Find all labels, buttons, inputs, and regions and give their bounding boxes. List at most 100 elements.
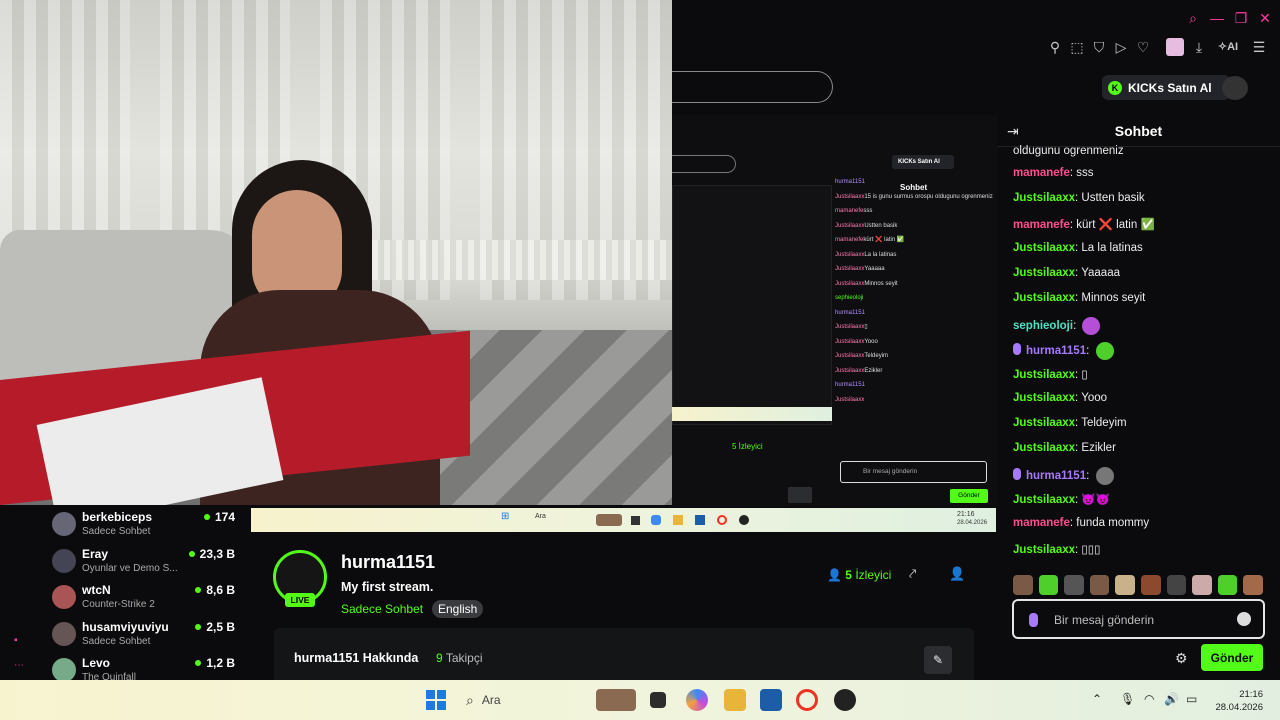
emote-icon[interactable]	[1038, 575, 1059, 595]
gear-icon[interactable]: ⚙	[1175, 650, 1188, 667]
webcam-video[interactable]	[0, 0, 672, 505]
volume-icon[interactable]: 🔊	[1164, 692, 1179, 706]
chat-username[interactable]: Justsilaaxx	[1013, 267, 1075, 279]
chat-username[interactable]: mamanefe	[1013, 167, 1070, 179]
streamer-name[interactable]: hurma1151	[341, 552, 435, 573]
clock[interactable]: 21:16 28.04.2026	[1213, 688, 1263, 714]
mini-clock-date: 28.04.2026	[957, 520, 988, 526]
mini-chat-username: hurma1151	[835, 382, 865, 388]
chat-username[interactable]: Justsilaaxx	[1013, 544, 1075, 556]
mini-app-icon	[717, 515, 727, 525]
close-icon[interactable]: ✕	[1256, 10, 1274, 28]
chat-username[interactable]: Justsilaaxx	[1013, 392, 1075, 404]
chat-username[interactable]: Justsilaaxx	[1013, 494, 1075, 506]
chat-username[interactable]: Justsilaaxx	[1013, 192, 1075, 204]
pin-icon[interactable]: ⚲	[1046, 38, 1064, 56]
heart-icon[interactable]: ♡	[1134, 38, 1152, 56]
mini-chat-username: Justsilaaxx	[835, 324, 865, 330]
kick-side-icon[interactable]: ▪	[14, 635, 28, 646]
more-icon[interactable]: ⋯	[14, 660, 28, 671]
chat-username[interactable]: Justsilaaxx	[1013, 369, 1075, 381]
mini-chat-username: Justsilaaxx	[835, 353, 865, 359]
opera-icon[interactable]	[796, 689, 818, 711]
mini-chat-text: 15 is gunu surmus orospu oldugunu ogrenm…	[864, 193, 993, 200]
channel-item[interactable]: Eray Oyunlar ve Demo S... 23,3 B	[52, 542, 247, 576]
obs-icon[interactable]	[834, 689, 856, 711]
chevron-up-icon[interactable]: ⌃	[1092, 692, 1102, 706]
send-button[interactable]: Gönder	[1201, 644, 1263, 671]
edit-icon[interactable]: ✎	[924, 646, 952, 674]
chat-username[interactable]: Justsilaaxx	[1013, 292, 1075, 304]
live-dot-icon	[203, 514, 210, 520]
battery-icon[interactable]: ▭	[1186, 692, 1197, 706]
emote-icon[interactable]	[1115, 575, 1135, 595]
wifi-icon[interactable]: ◠	[1144, 692, 1154, 706]
chat-message: Justsilaaxx: Minnos seyit	[1013, 292, 1145, 304]
kicks-buy-button[interactable]: K KICKs Satın Al	[1102, 75, 1230, 100]
emote-icon[interactable]	[1217, 575, 1238, 595]
chat-username[interactable]: sephieoloji	[1013, 320, 1073, 332]
emote-icon[interactable]	[1166, 575, 1187, 595]
chat-username[interactable]: Justsilaaxx	[1013, 417, 1075, 429]
ai-button[interactable]: ✧AI	[1210, 38, 1246, 56]
emote-icon[interactable]	[1064, 575, 1084, 595]
menu-icon[interactable]: ☰	[1250, 38, 1268, 56]
channel-item[interactable]: Levo The Quinfall 1,2 B	[52, 651, 247, 680]
mini-app-icon	[596, 514, 622, 526]
emote-icon[interactable]	[1082, 317, 1101, 335]
mini-chat-message: Justsilaaxx▯	[835, 320, 995, 335]
profile-icon[interactable]	[1166, 38, 1184, 56]
store-icon[interactable]	[760, 689, 782, 711]
channel-item[interactable]: husamviyuviyu Sadece Sohbet 2,5 B	[52, 615, 247, 649]
shield-icon[interactable]: ⛉	[1090, 38, 1108, 56]
user-avatar[interactable]	[1222, 76, 1248, 100]
mini-chat-text: sss	[863, 208, 873, 214]
file-explorer-icon[interactable]	[724, 689, 746, 711]
channel-viewer-count: 1,2 B	[206, 656, 235, 670]
download-icon[interactable]: ⤓	[1190, 38, 1208, 56]
url-bar[interactable]	[672, 71, 833, 103]
mini-chat-username: sephieoloji	[835, 295, 864, 301]
emote-icon[interactable]	[1140, 575, 1161, 595]
emote-icon[interactable]	[1243, 575, 1263, 595]
shared-screen-taskbar: ⊞ Ara 21:16 28.04.2026	[251, 508, 996, 532]
search-icon[interactable]: ⌕	[1184, 10, 1202, 28]
mini-chat-username: mamanefe	[835, 237, 864, 243]
task-view-icon[interactable]	[650, 692, 666, 708]
channel-item[interactable]: wtcN Counter-Strike 2 8,6 B	[52, 578, 247, 612]
chat-username[interactable]: hurma1151	[1026, 345, 1086, 357]
chat-text: funda mommy	[1076, 517, 1150, 529]
emoji-icon[interactable]	[1237, 612, 1251, 626]
share-icon[interactable]: ⤤	[909, 566, 916, 582]
restore-icon[interactable]: ❐	[1232, 10, 1250, 28]
mini-chat-username: Justsilaaxx	[835, 396, 865, 403]
channel-item[interactable]: berkebiceps Sadece Sohbet 174	[52, 505, 247, 539]
chat-input[interactable]	[1054, 611, 1234, 629]
search-icon: ⌕	[466, 691, 474, 708]
chat-username[interactable]: Justsilaaxx	[1013, 442, 1075, 454]
chat-username[interactable]: mamanefe	[1013, 517, 1070, 529]
screenshot-icon[interactable]: ⬚	[1068, 38, 1086, 56]
chat-username[interactable]: hurma1151	[1026, 470, 1086, 482]
mini-chat-message: JustsilaaxxTeldeyim	[835, 349, 995, 364]
emote-icon[interactable]	[1089, 575, 1110, 595]
emote-icon[interactable]	[1192, 575, 1212, 595]
chat-username[interactable]: mamanefe	[1013, 219, 1070, 231]
chat-input-box[interactable]	[1012, 599, 1265, 639]
windows-start-icon[interactable]	[426, 690, 446, 710]
emote-icon[interactable]	[1095, 342, 1114, 360]
play-icon[interactable]: ▷	[1112, 38, 1130, 56]
mic-tray-icon[interactable]: 🎙	[1120, 692, 1135, 706]
minimize-icon[interactable]: —	[1208, 10, 1226, 28]
category-link[interactable]: Sadece Sohbet	[341, 602, 423, 616]
chat-username[interactable]: Justsilaaxx	[1013, 242, 1075, 254]
emote-icon[interactable]	[1095, 467, 1114, 485]
follow-icon[interactable]: 👤	[949, 566, 965, 582]
channel-category: Counter-Strike 2	[82, 599, 155, 610]
mini-chat-username: hurma1151	[835, 179, 865, 185]
copilot-icon[interactable]	[686, 689, 708, 711]
search-highlight-icon[interactable]	[596, 689, 636, 711]
language-tag[interactable]: English	[432, 600, 484, 618]
emote-icon[interactable]	[1013, 575, 1033, 595]
channel-name: Levo	[82, 656, 111, 670]
